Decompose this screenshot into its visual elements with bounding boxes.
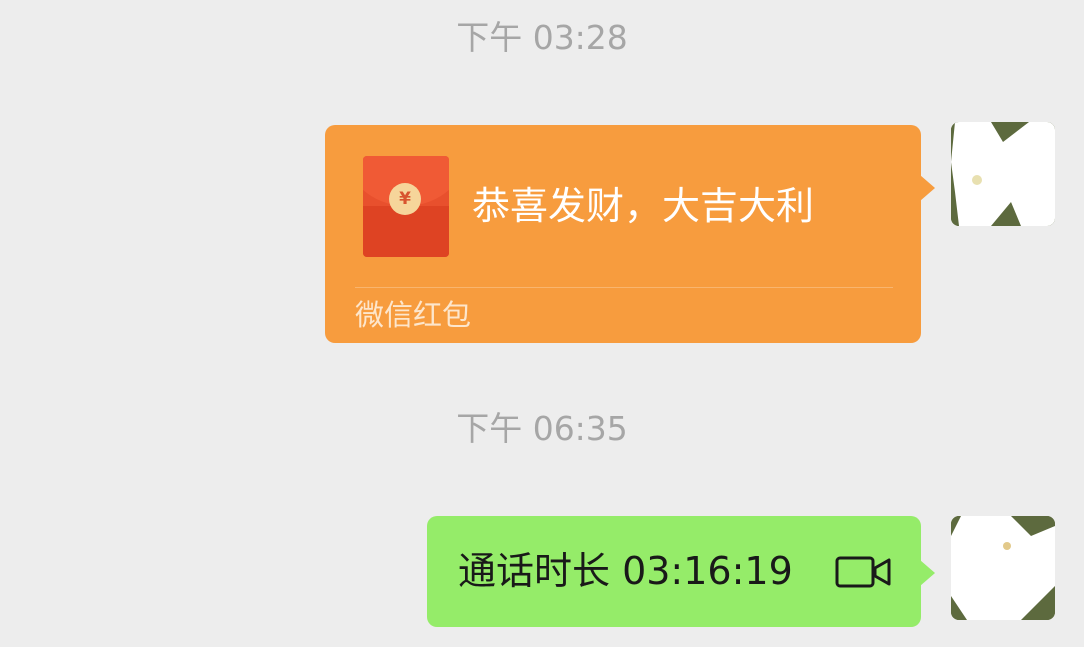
red-envelope-icon: ¥ (363, 156, 449, 257)
timestamp: 下午 06:35 (456, 409, 628, 448)
red-packet-message[interactable]: ¥ 恭喜发财，大吉大利 微信红包 (325, 125, 935, 343)
timestamp: 下午 03:28 (456, 18, 628, 57)
call-duration-text: 通话时长 03:16:19 (458, 549, 793, 593)
video-camera-icon (835, 556, 891, 588)
bubble-tail (920, 175, 935, 201)
call-record-message[interactable]: 通话时长 03:16:19 (427, 516, 935, 627)
yuan-coin-icon: ¥ (389, 183, 421, 215)
divider (355, 287, 893, 288)
avatar[interactable] (951, 516, 1055, 620)
redaction-scribble (951, 122, 1055, 226)
avatar[interactable] (951, 122, 1055, 226)
red-packet-label: 微信红包 (355, 298, 472, 332)
redaction-scribble (951, 516, 1055, 620)
red-packet-greeting: 恭喜发财，大吉大利 (472, 184, 815, 228)
bubble-tail (920, 560, 935, 586)
